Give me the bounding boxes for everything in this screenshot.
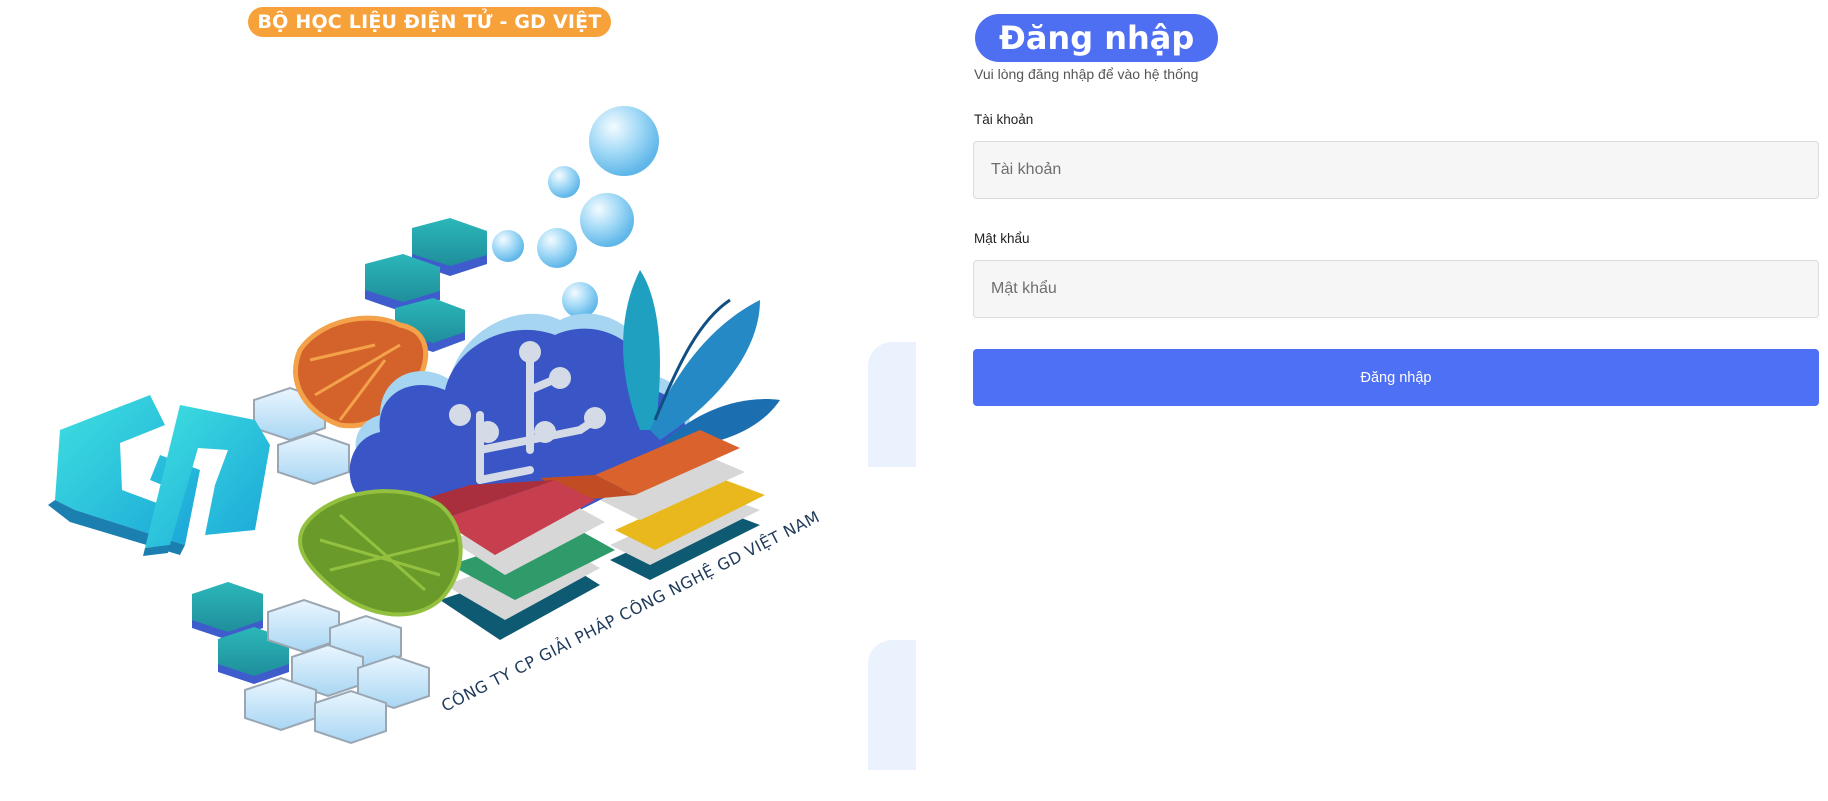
illustration-panel: BỘ HỌC LIỆU ĐIỆN TỬ - GD VIỆT NAM CÔNG T… <box>0 0 925 801</box>
password-input[interactable] <box>973 260 1819 318</box>
gd-logo <box>48 395 270 556</box>
hero-illustration: CÔNG TY CP GIẢI PHÁP CÔNG NGHỆ GD VIỆT N… <box>48 106 823 745</box>
login-button[interactable]: Đăng nhập <box>973 349 1819 406</box>
username-label: Tài khoản <box>974 112 1034 127</box>
decorative-strip-top <box>868 342 916 467</box>
decorative-strip-bottom <box>868 640 916 770</box>
green-leaf <box>298 489 463 617</box>
teal-plant <box>623 270 780 450</box>
username-input[interactable] <box>973 141 1819 199</box>
password-label: Mật khẩu <box>974 231 1030 246</box>
login-panel: Đăng nhập Vui lòng đăng nhập để vào hệ t… <box>973 0 1819 801</box>
login-subtitle: Vui lòng đăng nhập để vào hệ thống <box>974 66 1199 82</box>
login-title: Đăng nhập <box>975 14 1219 62</box>
